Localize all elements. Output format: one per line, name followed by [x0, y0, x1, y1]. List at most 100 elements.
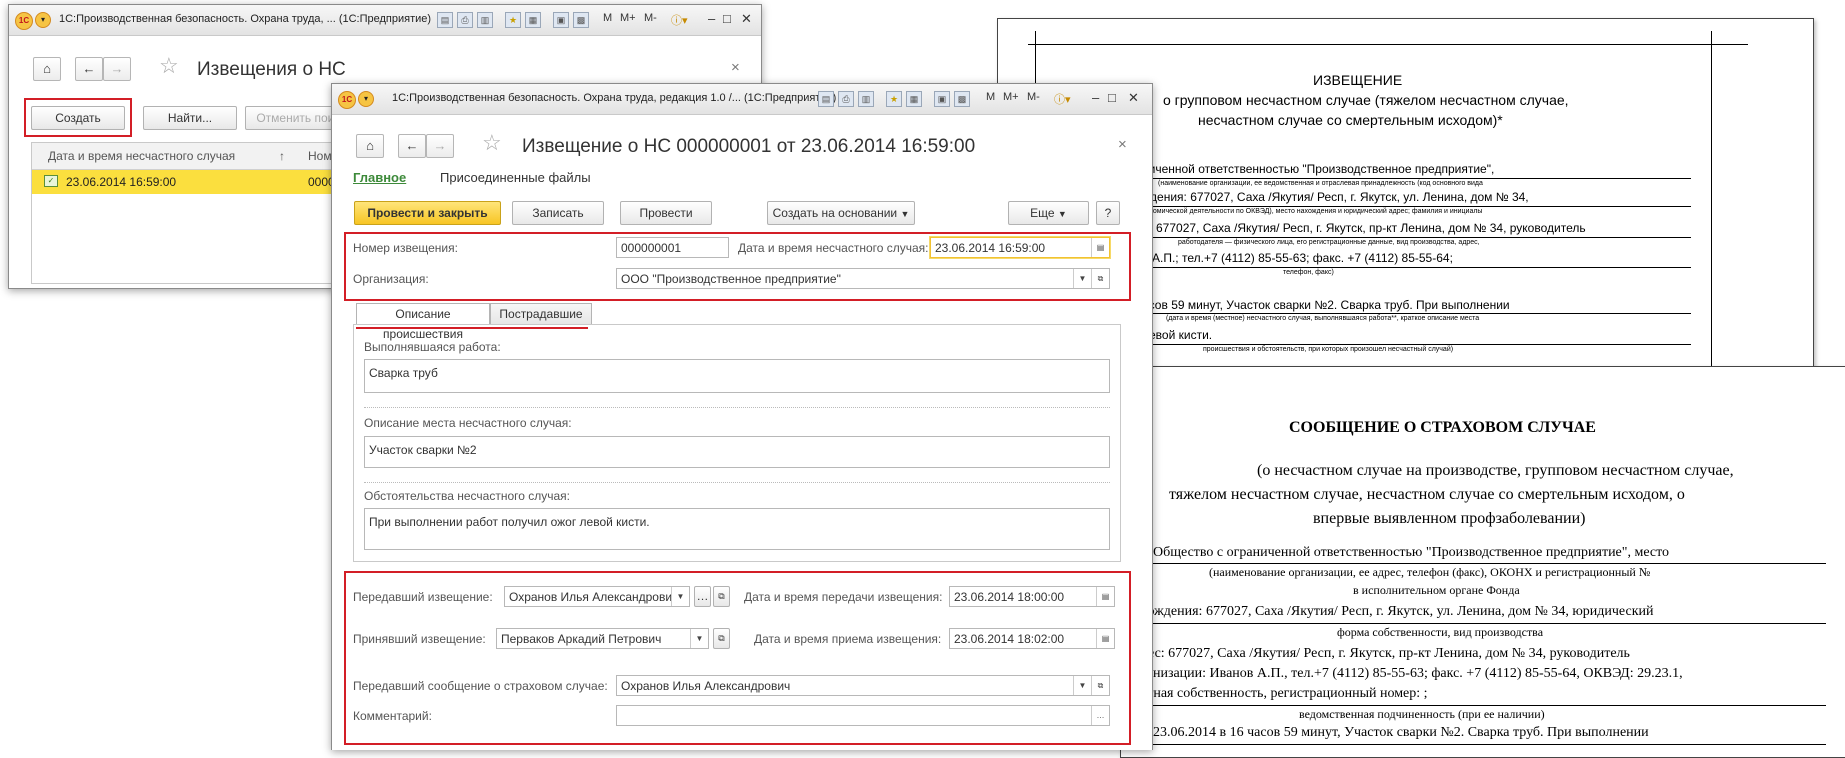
favorites-icon[interactable]: ★: [886, 91, 902, 107]
receiver-label: Принявший извещение:: [353, 632, 486, 646]
history-icon[interactable]: ▦: [906, 91, 922, 107]
save-button[interactable]: Записать: [512, 201, 604, 225]
memory-plus-button[interactable]: M+: [620, 12, 636, 24]
receive-datetime-field[interactable]: 23.06.2014 18:02:00 ▤: [949, 628, 1115, 649]
insurance-sender-field[interactable]: Охранов Илья Александрович ▼ ⧉: [616, 675, 1110, 696]
print-icon[interactable]: ⎙: [457, 12, 473, 28]
help-button[interactable]: ?: [1096, 201, 1120, 225]
info-icon[interactable]: ⓘ▾: [1054, 91, 1071, 107]
open-icon[interactable]: ⧉: [1091, 269, 1109, 288]
favorite-star-icon[interactable]: ☆: [159, 53, 179, 79]
maximize-button[interactable]: □: [1108, 90, 1116, 105]
doc1-rule: [1136, 313, 1691, 314]
close-window-button[interactable]: ✕: [741, 11, 752, 27]
memory-minus-button[interactable]: M-: [1027, 91, 1040, 103]
tab-description[interactable]: Описание происшествия: [356, 303, 490, 341]
close-window-button[interactable]: ✕: [1128, 90, 1139, 106]
more-button[interactable]: Еще ▼: [1008, 201, 1089, 225]
minimize-button[interactable]: –: [1092, 90, 1099, 105]
doc2-line1: Общество с ограниченной ответственностью…: [1153, 545, 1670, 560]
back-button[interactable]: ←: [75, 57, 103, 81]
open-icon[interactable]: ⧉: [1091, 676, 1109, 695]
doc2-rule: [1141, 623, 1826, 624]
open-icon[interactable]: ⧉: [713, 586, 730, 607]
organization-field[interactable]: ООО "Производственное предприятие" ▼ ⧉: [616, 268, 1110, 289]
work-label: Выполнявшаяся работа:: [364, 340, 501, 354]
work-textarea[interactable]: Сварка труб: [364, 359, 1110, 393]
close-tab-icon[interactable]: ×: [1118, 136, 1127, 153]
history-icon[interactable]: ▦: [525, 12, 541, 28]
dropdown-arrow-icon[interactable]: ▼: [690, 629, 708, 648]
create-based-on-button[interactable]: Создать на основании ▼: [767, 201, 915, 225]
link-icon[interactable]: ▤: [437, 12, 453, 28]
accident-datetime-value: 23.06.2014 16:59:00: [935, 241, 1046, 255]
doc1-rule: [1136, 178, 1691, 179]
send-datetime-field[interactable]: 23.06.2014 18:00:00 ▤: [949, 586, 1115, 607]
more-options-icon[interactable]: …: [1091, 706, 1109, 725]
doc1-line2: несчастном случае со смертельным исходом…: [1198, 112, 1503, 128]
column-header-datetime[interactable]: Дата и время несчастного случая: [48, 149, 235, 163]
memory-m-button[interactable]: M: [986, 91, 995, 103]
doc2-note1b: в исполнительном органе Фонда: [1353, 583, 1520, 597]
link-icon[interactable]: ▤: [818, 91, 834, 107]
back-button[interactable]: ←: [398, 134, 426, 158]
doc1-line5: 677027, Саха /Якутия/ Респ, г. Якутск, п…: [1156, 221, 1586, 235]
app-logo-icon[interactable]: 1C: [15, 12, 33, 30]
accident-datetime-field[interactable]: 23.06.2014 16:59:00 ▤: [930, 237, 1110, 258]
nav-link-main[interactable]: Главное: [353, 170, 406, 185]
post-button[interactable]: Провести: [620, 201, 712, 225]
preview-icon[interactable]: ▥: [858, 91, 874, 107]
calculator-icon[interactable]: ▣: [934, 91, 950, 107]
place-textarea[interactable]: Участок сварки №2: [364, 436, 1110, 468]
number-field[interactable]: 000000001: [616, 237, 729, 258]
select-sender-button[interactable]: …: [694, 586, 711, 607]
open-icon[interactable]: ⧉: [713, 628, 730, 649]
calendar-icon[interactable]: ▤: [1096, 587, 1114, 606]
send-datetime-label: Дата и время передачи извещения:: [744, 590, 943, 604]
main-menu-icon[interactable]: ▾: [35, 12, 51, 28]
sender-label: Передавший извещение:: [353, 590, 493, 604]
receive-datetime-label: Дата и время приема извещения:: [754, 632, 942, 646]
dropdown-arrow-icon[interactable]: ▼: [1073, 269, 1091, 288]
circumstances-textarea[interactable]: При выполнении работ получил ожог левой …: [364, 508, 1110, 550]
home-button[interactable]: ⌂: [33, 57, 61, 81]
app-logo-icon[interactable]: 1C: [338, 91, 356, 109]
calendar-icon[interactable]: ▩: [573, 12, 589, 28]
doc1-note5: работодателя — физического лица, его рег…: [1178, 239, 1480, 246]
main-menu-icon[interactable]: ▾: [358, 91, 374, 107]
info-icon[interactable]: ⓘ▾: [671, 12, 688, 28]
close-tab-icon[interactable]: ×: [731, 59, 740, 76]
receiver-field[interactable]: Перваков Аркадий Петрович ▼: [496, 628, 709, 649]
memory-m-button[interactable]: M: [603, 12, 612, 24]
sender-value: Охранов Илья Александрови: [509, 590, 673, 604]
memory-plus-button[interactable]: M+: [1003, 91, 1019, 103]
calendar-icon[interactable]: ▤: [1096, 629, 1114, 648]
favorite-star-icon[interactable]: ☆: [482, 130, 502, 156]
forward-button[interactable]: →: [426, 134, 454, 158]
insurance-sender-label: Передавший сообщение о страховом случае:: [353, 679, 608, 693]
title-bar: 1C ▾ 1С:Производственная безопасность. О…: [9, 5, 761, 36]
sender-field[interactable]: Охранов Илья Александрови ▼: [504, 586, 690, 607]
forward-button[interactable]: →: [103, 57, 131, 81]
dropdown-arrow-icon[interactable]: ▼: [1073, 676, 1091, 695]
find-button[interactable]: Найти...: [143, 106, 237, 130]
tab-victims[interactable]: Пострадавшие: [490, 303, 592, 324]
insurance-sender-value: Охранов Илья Александрович: [621, 679, 791, 693]
title-bar: 1C ▾ 1С:Производственная безопасность. О…: [332, 84, 1152, 115]
favorites-icon[interactable]: ★: [505, 12, 521, 28]
calculator-icon[interactable]: ▣: [553, 12, 569, 28]
calendar-icon[interactable]: ▤: [1091, 238, 1109, 257]
dropdown-arrow-icon[interactable]: ▼: [671, 587, 689, 606]
memory-minus-button[interactable]: M-: [644, 12, 657, 24]
document-posted-icon: ✓: [44, 175, 58, 187]
dropdown-arrow-icon: ▼: [1057, 209, 1067, 219]
calendar-icon[interactable]: ▩: [954, 91, 970, 107]
minimize-button[interactable]: –: [708, 11, 715, 26]
comment-field[interactable]: …: [616, 705, 1110, 726]
post-and-close-button[interactable]: Провести и закрыть: [354, 201, 501, 225]
maximize-button[interactable]: □: [723, 11, 731, 26]
home-button[interactable]: ⌂: [356, 134, 384, 158]
nav-link-files[interactable]: Присоединенные файлы: [440, 170, 591, 185]
print-icon[interactable]: ⎙: [838, 91, 854, 107]
preview-icon[interactable]: ▥: [477, 12, 493, 28]
